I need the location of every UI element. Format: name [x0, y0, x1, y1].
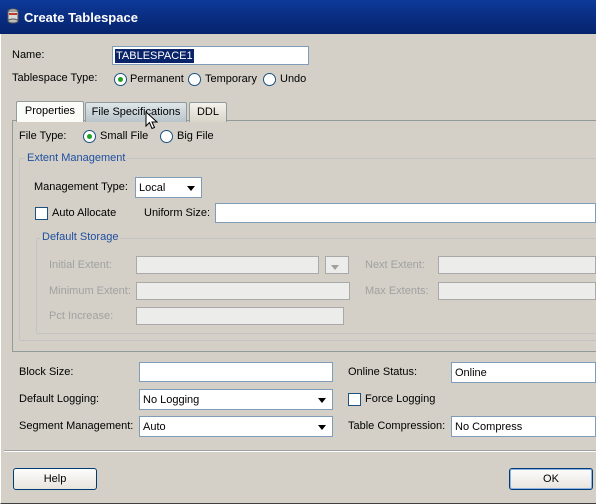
block-size-label: Block Size: — [19, 366, 74, 378]
online-status-label: Online Status: — [348, 366, 418, 378]
force-logging-label[interactable]: Force Logging — [365, 393, 435, 405]
extent-management-title: Extent Management — [25, 152, 128, 164]
segment-management-label: Segment Management: — [19, 420, 134, 432]
radio-permanent[interactable] — [114, 73, 127, 86]
radio-big-file[interactable] — [160, 130, 173, 143]
ok-button[interactable]: OK — [509, 468, 593, 490]
chevron-down-icon — [331, 265, 339, 270]
database-icon — [7, 8, 19, 24]
default-logging-value: No Logging — [143, 394, 200, 406]
radio-small-file-label[interactable]: Small File — [100, 130, 148, 142]
table-compression-label: Table Compression: — [348, 420, 446, 432]
file-type-label: File Type: — [19, 130, 67, 142]
block-size-input[interactable] — [139, 362, 333, 382]
title-bar[interactable]: Create Tablespace — [0, 0, 596, 34]
pct-increase-label: Pct Increase: — [49, 310, 114, 322]
tab-ddl[interactable]: DDL — [189, 102, 227, 122]
initial-extent-input[interactable] — [136, 256, 319, 274]
minimum-extent-input[interactable] — [136, 282, 350, 300]
table-compression-value: No Compress — [455, 421, 523, 433]
chevron-down-icon — [318, 398, 326, 403]
radio-undo[interactable] — [263, 73, 276, 86]
default-storage-title: Default Storage — [40, 231, 121, 243]
table-compression-select[interactable]: No Compress — [451, 416, 596, 437]
radio-undo-label[interactable]: Undo — [280, 73, 306, 85]
uniform-size-input[interactable] — [215, 203, 596, 223]
max-extents-label: Max Extents: — [365, 285, 429, 297]
radio-big-file-label[interactable]: Big File — [177, 130, 214, 142]
help-button-label: Help — [43, 473, 67, 485]
tab-properties[interactable]: Properties — [16, 101, 84, 122]
segment-management-select[interactable]: Auto — [139, 416, 333, 437]
max-extents-input[interactable] — [438, 282, 596, 300]
name-input-value: TABLESPACE1 — [115, 49, 194, 63]
radio-temporary-label[interactable]: Temporary — [205, 73, 257, 85]
management-type-value: Local — [139, 182, 166, 194]
separator-highlight — [4, 451, 596, 452]
minimum-extent-label: Minimum Extent: — [49, 285, 131, 297]
ok-button-label: OK — [543, 473, 559, 485]
window-title: Create Tablespace — [24, 10, 138, 25]
force-logging-checkbox[interactable] — [348, 393, 361, 406]
radio-temporary[interactable] — [188, 73, 201, 86]
segment-management-value: Auto — [143, 421, 166, 433]
online-status-select[interactable]: Online — [451, 362, 596, 383]
help-button[interactable]: Help — [13, 468, 97, 490]
radio-small-file[interactable] — [83, 130, 96, 143]
name-input[interactable]: TABLESPACE1 — [112, 46, 309, 65]
uniform-size-label: Uniform Size: — [144, 207, 211, 219]
tab-file-specifications[interactable]: File Specifications — [85, 102, 187, 122]
next-extent-label: Next Extent: — [365, 259, 425, 271]
radio-permanent-label[interactable]: Permanent — [130, 73, 184, 85]
auto-allocate-checkbox[interactable] — [35, 207, 48, 220]
mouse-cursor-icon — [145, 111, 159, 130]
pct-increase-input[interactable] — [136, 307, 344, 325]
name-label: Name: — [12, 49, 45, 61]
default-logging-label: Default Logging: — [19, 393, 100, 405]
initial-extent-unit-select[interactable] — [325, 256, 349, 274]
auto-allocate-label[interactable]: Auto Allocate — [52, 207, 116, 219]
next-extent-input[interactable] — [438, 256, 596, 274]
management-type-label: Management Type: — [34, 181, 128, 193]
chevron-down-icon — [318, 425, 326, 430]
management-type-select[interactable]: Local — [135, 177, 202, 198]
tablespace-type-label: Tablespace Type: — [12, 72, 98, 84]
default-logging-select[interactable]: No Logging — [139, 389, 333, 410]
initial-extent-label: Initial Extent: — [49, 259, 112, 271]
chevron-down-icon — [187, 186, 195, 191]
online-status-value: Online — [455, 367, 487, 379]
